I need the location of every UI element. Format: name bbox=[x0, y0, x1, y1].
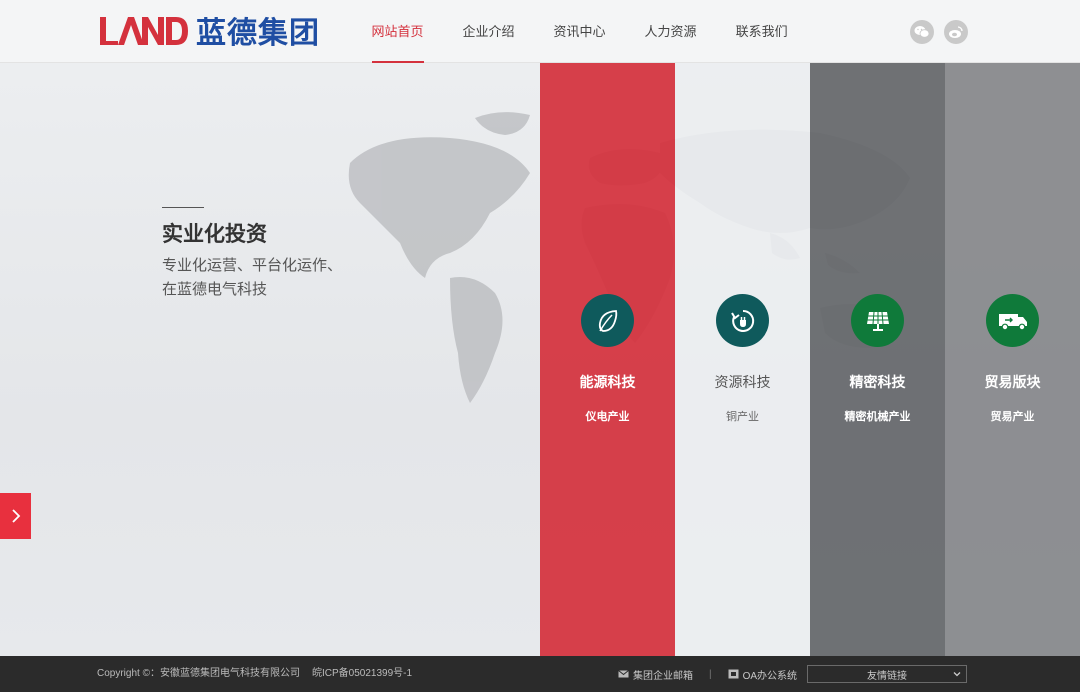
panel-resources[interactable]: 资源科技 铜产业 bbox=[675, 63, 810, 656]
oa-icon bbox=[728, 669, 739, 679]
oa-label: OA办公系统 bbox=[742, 670, 798, 682]
footer-links: 集团企业邮箱 | OA办公系统 bbox=[618, 656, 797, 692]
leaf-icon bbox=[581, 294, 634, 347]
hero-text-line-2: 在蓝德电气科技 bbox=[162, 281, 268, 298]
panel-title: 能源科技 bbox=[579, 374, 636, 390]
panel-subtitle: 仪电产业 bbox=[585, 411, 630, 423]
panel-title: 精密科技 bbox=[849, 374, 906, 390]
site-header: 蓝德集团 网站首页 企业介绍 资讯中心 人力资源 联系我们 bbox=[0, 0, 1080, 63]
panel-title: 资源科技 bbox=[714, 374, 771, 390]
friend-links-label: 友情链接 bbox=[867, 670, 907, 682]
nav-hr[interactable]: 人力资源 bbox=[625, 0, 716, 63]
oa-link[interactable]: OA办公系统 bbox=[728, 667, 797, 682]
icp-number[interactable]: 皖ICP备05021399号-1 bbox=[312, 656, 412, 692]
social-links bbox=[910, 20, 968, 44]
hero-text-line-1: 专业化运营、平台化运作、 bbox=[162, 257, 343, 274]
industry-panels: 能源科技 仪电产业 资源科技 铜产业 精密科技 精密机械产业 贸易版块 贸易产业 bbox=[540, 63, 1080, 656]
mail-link[interactable]: 集团企业邮箱 bbox=[618, 667, 693, 682]
panel-subtitle: 精密机械产业 bbox=[844, 411, 911, 423]
logo-text: 蓝德集团 bbox=[196, 16, 320, 51]
copyright-text: Copyright ©：安徽蓝德集团电气科技有限公司 bbox=[97, 668, 300, 679]
wechat-icon[interactable] bbox=[910, 20, 934, 44]
panel-subtitle: 贸易产业 bbox=[990, 411, 1035, 423]
land-logo-mark bbox=[100, 17, 188, 45]
nav-home[interactable]: 网站首页 bbox=[352, 0, 443, 63]
main-nav: 网站首页 企业介绍 资讯中心 人力资源 联系我们 bbox=[352, 0, 807, 63]
chevron-right-icon bbox=[11, 509, 20, 523]
intro-divider bbox=[162, 207, 204, 208]
nav-news[interactable]: 资讯中心 bbox=[534, 0, 625, 63]
panel-trade[interactable]: 贸易版块 贸易产业 bbox=[945, 63, 1080, 656]
panel-energy[interactable]: 能源科技 仪电产业 bbox=[540, 63, 675, 656]
site-logo[interactable]: 蓝德集团 bbox=[98, 13, 320, 51]
panel-title: 贸易版块 bbox=[984, 374, 1041, 390]
nav-contact[interactable]: 联系我们 bbox=[716, 0, 807, 63]
panel-subtitle: 铜产业 bbox=[726, 411, 759, 423]
recycle-plug-icon bbox=[716, 294, 769, 347]
solar-panel-icon bbox=[851, 294, 904, 347]
hero-intro: 实业化投资 专业化运营、平台化运作、 在蓝德电气科技 bbox=[162, 207, 362, 302]
footer-separator: | bbox=[709, 668, 712, 680]
mail-label: 集团企业邮箱 bbox=[633, 670, 693, 682]
mail-icon bbox=[618, 670, 629, 678]
chevron-down-icon bbox=[953, 672, 961, 677]
hero-banner: 实业化投资 专业化运营、平台化运作、 在蓝德电气科技 能源科技 仪电产业 资源科… bbox=[0, 63, 1080, 656]
panel-precision[interactable]: 精密科技 精密机械产业 bbox=[810, 63, 945, 656]
next-slide-button[interactable] bbox=[0, 493, 31, 539]
nav-about[interactable]: 企业介绍 bbox=[443, 0, 534, 63]
hero-title: 实业化投资 bbox=[162, 223, 267, 246]
friend-links-select[interactable]: 友情链接 bbox=[807, 665, 967, 683]
site-footer: Copyright ©：安徽蓝德集团电气科技有限公司 皖ICP备05021399… bbox=[0, 656, 1080, 692]
weibo-icon[interactable] bbox=[944, 20, 968, 44]
truck-icon bbox=[986, 294, 1039, 347]
